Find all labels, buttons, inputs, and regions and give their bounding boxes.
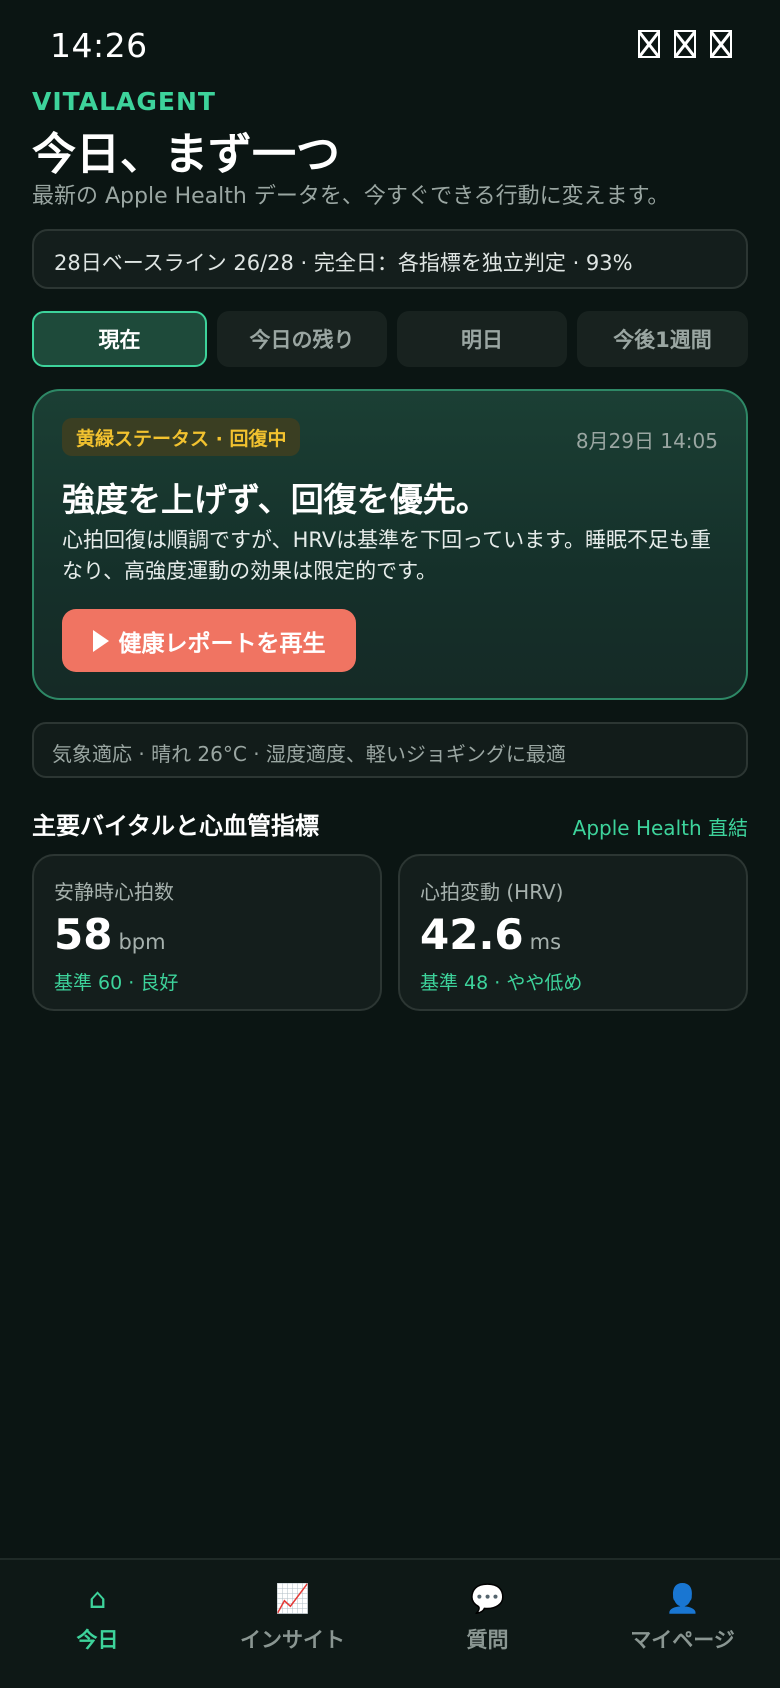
vitals-section-title: 主要バイタルと心血管指標: [32, 812, 320, 840]
status-headline: 強度を上げず、回復を優先。: [62, 480, 489, 519]
page-title: 今日、まず一つ: [32, 129, 340, 180]
play-report-button[interactable]: 健康レポートを再生: [62, 609, 356, 672]
screen: 14:26 VITALAGENT 今日、まず一つ 最新の Apple Healt…: [0, 0, 780, 1688]
vital-unit: ms: [529, 930, 562, 954]
vital-baseline-note: 基準 60 · 良好: [54, 972, 179, 994]
page-subtitle: 最新の Apple Health データを、今すぐできる行動に変えます。: [32, 184, 670, 209]
vital-value: 58 bpm: [54, 910, 166, 959]
tab-now[interactable]: 現在: [32, 311, 207, 367]
status-description: 心拍回復は順調ですが、HRVは基準を下回っています。睡眠不足も重なり、高強度運動…: [62, 528, 712, 583]
nav-label: インサイト: [240, 1628, 345, 1652]
tab-next-week[interactable]: 今後1週間: [577, 311, 748, 367]
brand-name: VITALAGENT: [32, 87, 216, 116]
chart-icon: 📈: [275, 1582, 310, 1615]
tab-rest-of-today[interactable]: 今日の残り: [217, 311, 387, 367]
chat-icon: 💬: [470, 1582, 505, 1615]
vital-number: 58: [54, 910, 113, 959]
nav-item-insights[interactable]: 📈 インサイト: [195, 1560, 390, 1688]
apple-health-link[interactable]: Apple Health 直結: [573, 812, 748, 841]
nav-label: 今日: [76, 1628, 119, 1652]
bottom-navigation: ⌂ 今日 📈 インサイト 💬 質問 👤 マイページ: [0, 1558, 780, 1688]
time-range-tabs: 現在 今日の残り 明日 今後1週間: [32, 311, 748, 367]
vital-number: 42.6: [420, 910, 524, 959]
play-icon: [92, 629, 109, 652]
nav-item-today[interactable]: ⌂ 今日: [0, 1560, 195, 1688]
wifi-icon: [674, 30, 696, 58]
status-timestamp: 8月29日 14:05: [575, 429, 718, 453]
profile-icon: 👤: [665, 1582, 700, 1615]
nav-item-questions[interactable]: 💬 質問: [390, 1560, 585, 1688]
hrv-card[interactable]: 心拍変動 (HRV) 42.6 ms 基準 48 · やや低め: [398, 854, 748, 1011]
battery-icon: [710, 30, 732, 58]
baseline-summary: 28日ベースライン 26/28 · 完全日：各指標を独立判定 · 93%: [32, 229, 748, 289]
vital-value: 42.6 ms: [420, 910, 561, 959]
status-card: 黄緑ステータス · 回復中 8月29日 14:05 強度を上げず、回復を優先。 …: [32, 389, 748, 700]
vital-unit: bpm: [118, 930, 166, 954]
status-time: 14:26: [50, 26, 148, 65]
tab-tomorrow[interactable]: 明日: [397, 311, 567, 367]
nav-item-my-page[interactable]: 👤 マイページ: [585, 1560, 780, 1688]
resting-heart-rate-card[interactable]: 安静時心拍数 58 bpm 基準 60 · 良好: [32, 854, 382, 1011]
home-icon: ⌂: [88, 1582, 107, 1615]
signal-icon: [638, 30, 660, 58]
play-report-label: 健康レポートを再生: [118, 629, 326, 656]
status-badge: 黄緑ステータス · 回復中: [62, 418, 301, 456]
vital-label: 安静時心拍数: [54, 880, 174, 904]
nav-label: マイページ: [630, 1628, 735, 1652]
vital-baseline-note: 基準 48 · やや低め: [420, 972, 583, 994]
weather-banner: 気象適応 · 晴れ 26°C · 湿度適度、軽いジョギングに最適: [32, 722, 748, 778]
vital-label: 心拍変動 (HRV): [420, 880, 564, 904]
nav-label: 質問: [466, 1628, 509, 1652]
status-icons: [638, 30, 732, 58]
